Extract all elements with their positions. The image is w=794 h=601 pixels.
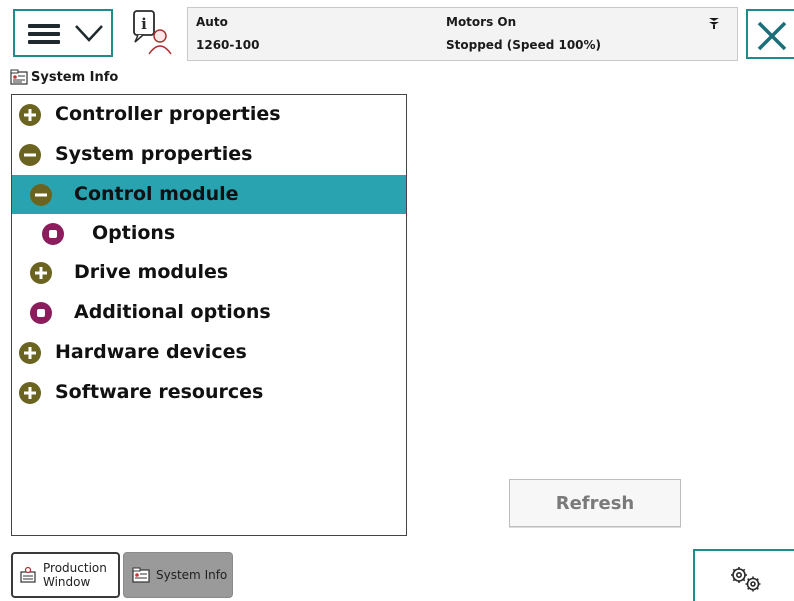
expand-plus-icon[interactable] — [19, 382, 41, 404]
leaf-dot-icon — [42, 223, 64, 245]
tree-item-system-properties[interactable]: System properties — [12, 135, 406, 174]
expand-plus-icon[interactable] — [30, 262, 52, 284]
gears-icon — [731, 567, 761, 592]
tree-item-label: Options — [92, 222, 176, 244]
main-menu-button[interactable] — [13, 9, 113, 57]
system-info-tree[interactable]: Controller properties System properties … — [11, 94, 407, 536]
window-title: System Info — [10, 66, 118, 88]
tree-item-label: Controller properties — [55, 103, 281, 125]
close-icon — [757, 21, 787, 51]
svg-text:i: i — [141, 15, 147, 33]
close-button[interactable] — [746, 9, 794, 59]
tree-item-hardware-devices[interactable]: Hardware devices — [12, 333, 406, 372]
tree-item-software-resources[interactable]: Software resources — [12, 373, 406, 412]
tree-item-label: Control module — [74, 183, 239, 205]
taskbar-system-info[interactable]: System Info — [123, 552, 233, 598]
taskbar-label: System Info — [156, 568, 228, 582]
taskbar-production-window[interactable]: Production Window — [11, 552, 120, 598]
production-window-icon — [20, 566, 36, 583]
expand-plus-icon[interactable] — [19, 342, 41, 364]
quickset-button[interactable] — [693, 549, 794, 601]
tree-item-additional-options[interactable]: Additional options — [12, 293, 406, 332]
operating-mode: Auto — [196, 15, 228, 29]
system-info-icon — [132, 567, 150, 583]
top-bar: i Auto 1260-100 Motors On Stopped (Speed… — [0, 0, 794, 64]
event-log-icon[interactable]: i — [130, 8, 176, 58]
tree-item-options[interactable]: Options — [12, 214, 406, 253]
page-title: System Info — [31, 69, 119, 85]
status-bar[interactable]: Auto 1260-100 Motors On Stopped (Speed 1… — [187, 7, 738, 61]
tree-item-label: Hardware devices — [55, 341, 247, 363]
system-name: 1260-100 — [196, 38, 260, 52]
collapse-minus-icon[interactable] — [19, 144, 41, 166]
program-state: Stopped (Speed 100%) — [446, 38, 602, 52]
hamburger-icon — [28, 24, 60, 44]
collapse-minus-icon[interactable] — [30, 184, 52, 206]
tree-item-control-module[interactable]: Control module — [12, 175, 406, 214]
system-info-icon — [10, 69, 28, 85]
refresh-button[interactable]: Refresh — [509, 479, 681, 527]
expand-plus-icon[interactable] — [19, 104, 41, 126]
tree-item-label: Additional options — [74, 301, 271, 323]
tree-item-drive-modules[interactable]: Drive modules — [12, 253, 406, 292]
leaf-dot-icon — [30, 302, 52, 324]
motors-status: Motors On — [446, 15, 517, 29]
tree-item-label: Software resources — [55, 381, 264, 403]
taskbar-label-line1: Production — [43, 561, 107, 575]
taskbar-label: Production Window — [43, 561, 107, 589]
tree-item-controller-properties[interactable]: Controller properties — [12, 95, 406, 134]
tree-item-label: Drive modules — [74, 261, 229, 283]
chevron-down-icon — [75, 25, 103, 42]
robot-icon — [709, 18, 719, 29]
tree-item-label: System properties — [55, 143, 253, 165]
taskbar-label-line2: Window — [43, 575, 91, 589]
